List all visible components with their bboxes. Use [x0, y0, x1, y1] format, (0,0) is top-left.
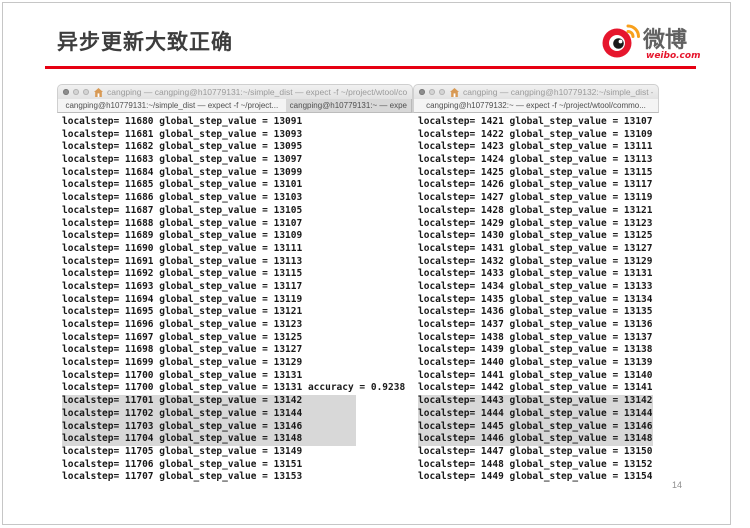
log-line: localstep= 1423 global_step_value = 1311…: [418, 141, 653, 153]
log-line: localstep= 1443 global_step_value = 1314…: [418, 395, 653, 408]
log-line: localstep= 1439 global_step_value = 1313…: [418, 344, 653, 356]
log-line: localstep= 1434 global_step_value = 1313…: [418, 280, 653, 292]
weibo-brand-text: 微博: [642, 27, 687, 53]
tab-bar: cangping@h10779131:~/simple_dist — expec…: [57, 99, 413, 113]
log-line: localstep= 1438 global_step_value = 1313…: [418, 331, 653, 343]
zoom-window-button[interactable]: [83, 89, 89, 95]
log-line: localstep= 11690 global_step_value = 131…: [62, 242, 303, 254]
log-line: localstep= 11693 global_step_value = 131…: [62, 280, 303, 292]
log-line: localstep= 1432 global_step_value = 1312…: [418, 255, 653, 267]
log-line: localstep= 1447 global_step_value = 1315…: [418, 445, 653, 457]
weibo-logo: 微博 weibo.com: [596, 14, 708, 64]
log-line: localstep= 1437 global_step_value = 1313…: [418, 319, 653, 330]
log-line: localstep= 1428 global_step_value = 1312…: [418, 204, 653, 216]
terminal-tab[interactable]: cangping@h10779131:~/simple_dist — expec…: [58, 99, 286, 112]
log-line: localstep= 1425 global_step_value = 1311…: [418, 166, 653, 178]
log-line: localstep= 1436 global_step_value = 1313…: [418, 306, 653, 318]
log-line: localstep= 11691 global_step_value = 131…: [62, 255, 303, 267]
log-line: localstep= 1435 global_step_value = 1313…: [418, 293, 653, 305]
log-line: localstep= 1427 global_step_value = 1311…: [418, 192, 653, 204]
log-line: localstep= 1444 global_step_value = 1314…: [418, 407, 653, 421]
home-folder-icon: [450, 87, 459, 97]
log-line: localstep= 1421 global_step_value = 1310…: [418, 116, 653, 127]
log-line: localstep= 11698 global_step_value = 131…: [62, 344, 303, 356]
terminal-window-right: cangping — cangping@h10779132:~/simple_d…: [413, 84, 659, 488]
log-line: localstep= 1424 global_step_value = 1311…: [418, 154, 653, 166]
title-divider: [45, 66, 696, 69]
log-line: localstep= 11689 global_step_value = 131…: [62, 230, 303, 242]
minimize-window-button[interactable]: [73, 89, 79, 95]
log-line: localstep= 11699 global_step_value = 131…: [62, 357, 303, 369]
window-controls: [63, 89, 89, 95]
tab-bar: cangping@h10779132:~ — expect -f ~/proje…: [413, 99, 659, 113]
log-line: localstep= 11704 global_step_value = 131…: [62, 433, 413, 446]
log-line: localstep= 11707 global_step_value = 131…: [62, 471, 303, 483]
log-line: localstep= 11703 global_step_value = 131…: [62, 420, 413, 434]
log-line: localstep= 1449 global_step_value = 1315…: [418, 471, 653, 483]
log-line: localstep= 11683 global_step_value = 130…: [62, 154, 303, 166]
log-line: localstep= 1446 global_step_value = 1314…: [418, 433, 653, 446]
zoom-window-button[interactable]: [439, 89, 445, 95]
window-controls: [419, 89, 445, 95]
page-title: 异步更新大致正确: [57, 30, 233, 54]
log-line: localstep= 1441 global_step_value = 1314…: [418, 369, 653, 381]
log-line: localstep= 1445 global_step_value = 1314…: [418, 420, 653, 434]
terminal-output[interactable]: localstep= 11680 global_step_value = 130…: [57, 113, 413, 488]
log-line: localstep= 11700 global_step_value = 131…: [62, 382, 406, 394]
terminal-titlebar[interactable]: cangping — cangping@h10779131:~/simple_d…: [57, 84, 413, 99]
weibo-eye-icon: 微博 weibo.com: [602, 24, 700, 61]
log-line: localstep= 11682 global_step_value = 130…: [62, 141, 303, 153]
log-line: localstep= 11701 global_step_value = 131…: [62, 395, 413, 408]
terminal-tab[interactable]: cangping@h10779132:~ — expect -f ~/proje…: [414, 99, 658, 112]
log-line: localstep= 11681 global_step_value = 130…: [62, 128, 303, 140]
log-line: localstep= 1433 global_step_value = 1313…: [418, 268, 653, 280]
log-line: localstep= 11692 global_step_value = 131…: [62, 268, 303, 280]
log-line: localstep= 1426 global_step_value = 1311…: [418, 179, 653, 191]
log-line: localstep= 11695 global_step_value = 131…: [62, 306, 303, 318]
weibo-domain-text: weibo.com: [646, 51, 700, 61]
log-line: localstep= 11696 global_step_value = 131…: [62, 319, 303, 330]
log-line: localstep= 11686 global_step_value = 131…: [62, 192, 303, 204]
log-line: localstep= 11705 global_step_value = 131…: [62, 445, 303, 457]
terminal-window-left: cangping — cangping@h10779131:~/simple_d…: [57, 84, 413, 488]
close-window-button[interactable]: [63, 89, 69, 95]
log-line: localstep= 11680 global_step_value = 130…: [62, 116, 303, 127]
log-line: localstep= 1430 global_step_value = 1312…: [418, 230, 653, 242]
terminal-tab[interactable]: cangping@h10779131:~ — expe: [285, 99, 412, 112]
log-line: localstep= 1431 global_step_value = 1312…: [418, 242, 653, 254]
log-line: localstep= 11694 global_step_value = 131…: [62, 293, 303, 305]
log-line: localstep= 11684 global_step_value = 130…: [62, 166, 303, 178]
home-folder-icon: [94, 87, 103, 97]
window-title: cangping — cangping@h10779131:~/simple_d…: [107, 87, 407, 97]
log-line: localstep= 11700 global_step_value = 131…: [62, 369, 303, 381]
log-line: localstep= 11697 global_step_value = 131…: [62, 331, 303, 343]
log-line: localstep= 1422 global_step_value = 1310…: [418, 128, 653, 140]
log-line: localstep= 11687 global_step_value = 131…: [62, 204, 303, 216]
log-line: localstep= 1440 global_step_value = 1313…: [418, 357, 653, 369]
log-line: localstep= 1429 global_step_value = 1312…: [418, 217, 653, 229]
page-number: 14: [672, 480, 683, 490]
log-line: localstep= 11685 global_step_value = 131…: [62, 179, 303, 191]
window-title: cangping — cangping@h10779132:~/simple_d…: [463, 87, 653, 97]
log-line: localstep= 1442 global_step_value = 1314…: [418, 382, 653, 394]
log-line: localstep= 11702 global_step_value = 131…: [62, 407, 413, 421]
terminal-output[interactable]: localstep= 1421 global_step_value = 1310…: [413, 113, 659, 488]
minimize-window-button[interactable]: [429, 89, 435, 95]
close-window-button[interactable]: [419, 89, 425, 95]
log-line: localstep= 11688 global_step_value = 131…: [62, 217, 303, 229]
log-line: localstep= 11706 global_step_value = 131…: [62, 458, 303, 470]
terminal-titlebar[interactable]: cangping — cangping@h10779132:~/simple_d…: [413, 84, 659, 99]
log-line: localstep= 1448 global_step_value = 1315…: [418, 458, 653, 470]
